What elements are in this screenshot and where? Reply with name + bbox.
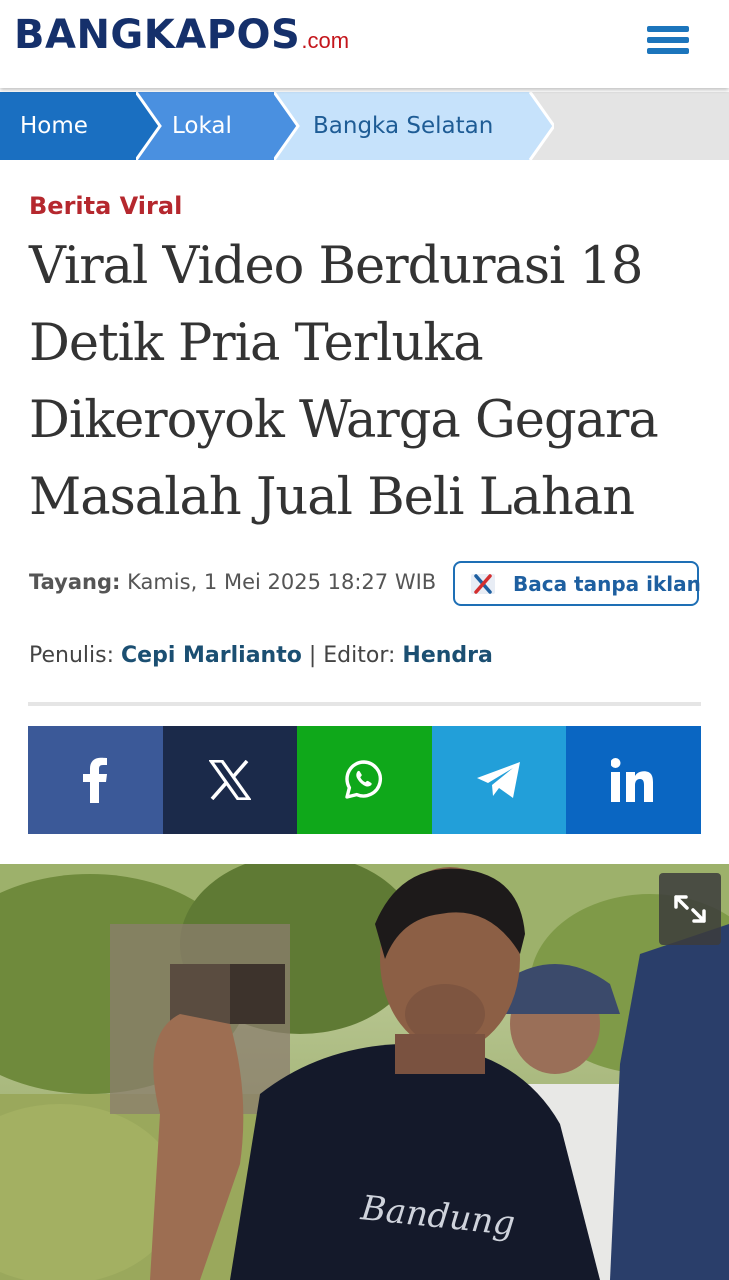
- share-linkedin-button[interactable]: [566, 726, 701, 834]
- share-whatsapp-button[interactable]: [297, 726, 432, 834]
- editor-link[interactable]: Hendra: [402, 643, 492, 668]
- article-photo: Bandung: [0, 864, 729, 1280]
- hamburger-menu-icon[interactable]: [647, 26, 689, 62]
- logo-suffix: .com: [301, 28, 350, 53]
- expand-icon: [674, 895, 706, 923]
- share-x-button[interactable]: [162, 726, 298, 834]
- publish-date: Kamis, 1 Mei 2025 18:27 WIB: [127, 570, 437, 594]
- site-logo[interactable]: BANGKAPOS.com: [14, 12, 349, 58]
- article-title: Viral Video Berdurasi 18 Detik Pria Terl…: [29, 237, 659, 527]
- x-icon: [208, 760, 251, 800]
- share-telegram-button[interactable]: [431, 726, 567, 834]
- divider: [28, 702, 701, 706]
- breadcrumb: Home Lokal Bangka Selatan: [0, 92, 729, 160]
- publish-label: Tayang:: [29, 570, 121, 594]
- publish-info: Tayang: Kamis, 1 Mei 2025 18:27 WIB: [29, 570, 436, 594]
- facebook-icon: [83, 757, 108, 803]
- expand-image-button[interactable]: [659, 873, 721, 945]
- breadcrumb-lokal-label: Lokal: [172, 113, 232, 139]
- share-bar: [28, 726, 701, 834]
- logo-wordmark: BANGKAPOS: [14, 12, 301, 58]
- whatsapp-icon: [345, 760, 383, 799]
- read-without-ads-button[interactable]: Baca tanpa iklan: [453, 561, 701, 606]
- writer-label: Penulis:: [29, 643, 115, 668]
- breadcrumb-bangka-selatan[interactable]: Bangka Selatan: [274, 92, 554, 160]
- share-facebook-button[interactable]: [28, 726, 163, 834]
- article-image[interactable]: Bandung: [0, 864, 729, 1280]
- linkedin-icon: [610, 758, 653, 802]
- site-header: BANGKAPOS.com: [0, 0, 729, 88]
- read-without-ads-label: Baca tanpa iklan: [513, 572, 701, 596]
- editor-label: Editor:: [323, 643, 396, 668]
- telegram-icon: [477, 762, 521, 798]
- writer-link[interactable]: Cepi Marlianto: [121, 643, 302, 668]
- breadcrumb-bangka-selatan-label: Bangka Selatan: [313, 113, 494, 139]
- breadcrumb-home-label: Home: [20, 113, 88, 139]
- article-category[interactable]: Berita Viral: [29, 192, 182, 220]
- author-separator: |: [308, 643, 317, 668]
- no-ads-icon: [471, 574, 495, 594]
- author-line: Penulis: Cepi Marlianto | Editor: Hendra: [29, 643, 493, 668]
